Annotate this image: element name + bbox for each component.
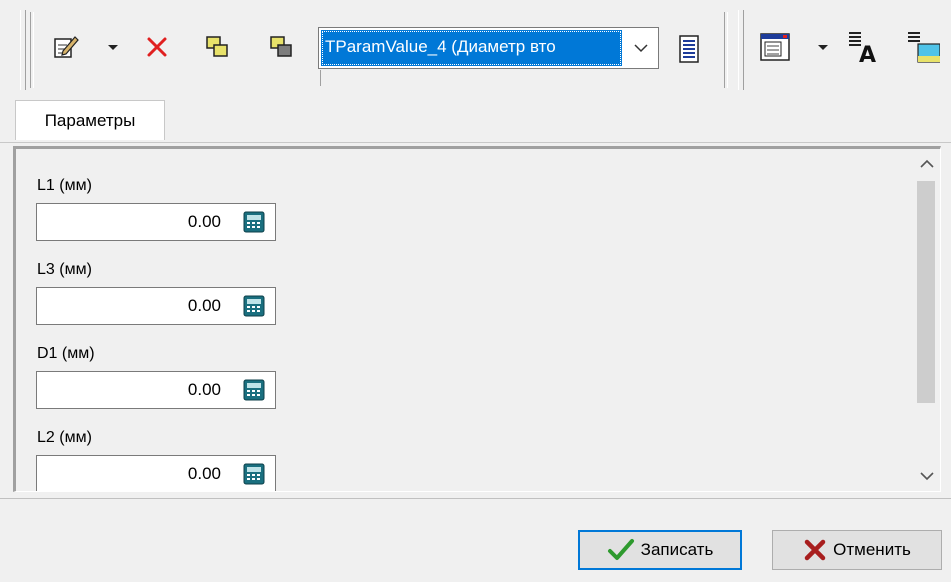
divider: [320, 70, 321, 86]
font-button[interactable]: A: [846, 30, 880, 64]
close-icon: [804, 539, 826, 561]
copy-icon: [206, 36, 228, 57]
checkmark-icon: [607, 539, 634, 560]
tab-parameters[interactable]: Параметры: [15, 100, 165, 140]
field-label-l2: L2 (мм): [37, 429, 92, 446]
image-icon: [908, 32, 940, 63]
edit-button[interactable]: [48, 30, 82, 64]
delete-button[interactable]: [140, 30, 174, 64]
calculator-icon[interactable]: [243, 463, 265, 485]
edit-icon: [54, 36, 79, 58]
field-value: 0.00: [187, 296, 221, 315]
image-button[interactable]: [906, 30, 940, 64]
field-l3[interactable]: 0.00: [36, 287, 276, 325]
record-select-value: TParamValue_4 (Диаметр вто: [321, 30, 622, 66]
chevron-down-icon: [818, 44, 828, 50]
vertical-scrollbar[interactable]: [913, 149, 940, 491]
scroll-up-button[interactable]: [913, 151, 940, 177]
form-view-dropdown[interactable]: [816, 30, 830, 64]
field-value: 0.00: [187, 380, 221, 399]
calculator-icon[interactable]: [243, 295, 265, 317]
toolbar-grip[interactable]: [738, 10, 744, 90]
chevron-down-icon: [919, 472, 934, 481]
record-select[interactable]: TParamValue_4 (Диаметр вто: [318, 27, 659, 69]
list-icon: [679, 35, 699, 63]
chevron-down-icon: [634, 44, 648, 53]
edit-dropdown[interactable]: [106, 30, 120, 64]
toolbar-separator: [724, 12, 728, 88]
field-d1[interactable]: 0.00: [36, 371, 276, 409]
field-label-l3: L3 (мм): [37, 261, 92, 278]
tab-label: Параметры: [44, 110, 136, 130]
toolbar-separator: [30, 12, 34, 88]
form-view-button[interactable]: [758, 30, 792, 64]
calculator-icon[interactable]: [243, 211, 265, 233]
form-view-icon: [760, 33, 790, 61]
cancel-button-label: Отменить: [833, 540, 911, 559]
chevron-up-icon: [919, 159, 934, 168]
copy-button[interactable]: [200, 30, 234, 64]
save-button-label: Записать: [640, 540, 714, 559]
calculator-icon[interactable]: [243, 379, 265, 401]
field-label-l1: L1 (мм): [37, 177, 92, 194]
record-select-dropdown[interactable]: [624, 28, 658, 68]
scrollbar-thumb[interactable]: [917, 181, 935, 403]
field-label-d1: D1 (мм): [37, 345, 95, 362]
svg-text:A: A: [859, 43, 876, 64]
chevron-down-icon: [108, 44, 118, 50]
paste-icon: [270, 36, 292, 57]
save-button[interactable]: Записать: [578, 530, 742, 570]
paste-button[interactable]: [264, 30, 298, 64]
toolbar-grip[interactable]: [20, 10, 26, 90]
field-value: 0.00: [187, 464, 221, 483]
toolbar: TParamValue_4 (Диаметр вто A: [0, 0, 951, 96]
cancel-button[interactable]: Отменить: [772, 530, 942, 570]
parameters-panel: L1 (мм) 0.00 L3 (мм) 0.00 D1 (мм) 0.00 L…: [13, 146, 941, 492]
font-icon: A: [849, 32, 876, 64]
scroll-down-button[interactable]: [913, 463, 940, 489]
delete-icon: [147, 37, 167, 57]
field-l1[interactable]: 0.00: [36, 203, 276, 241]
list-button[interactable]: [672, 32, 706, 66]
field-value: 0.00: [187, 212, 221, 231]
field-l2[interactable]: 0.00: [36, 455, 276, 491]
